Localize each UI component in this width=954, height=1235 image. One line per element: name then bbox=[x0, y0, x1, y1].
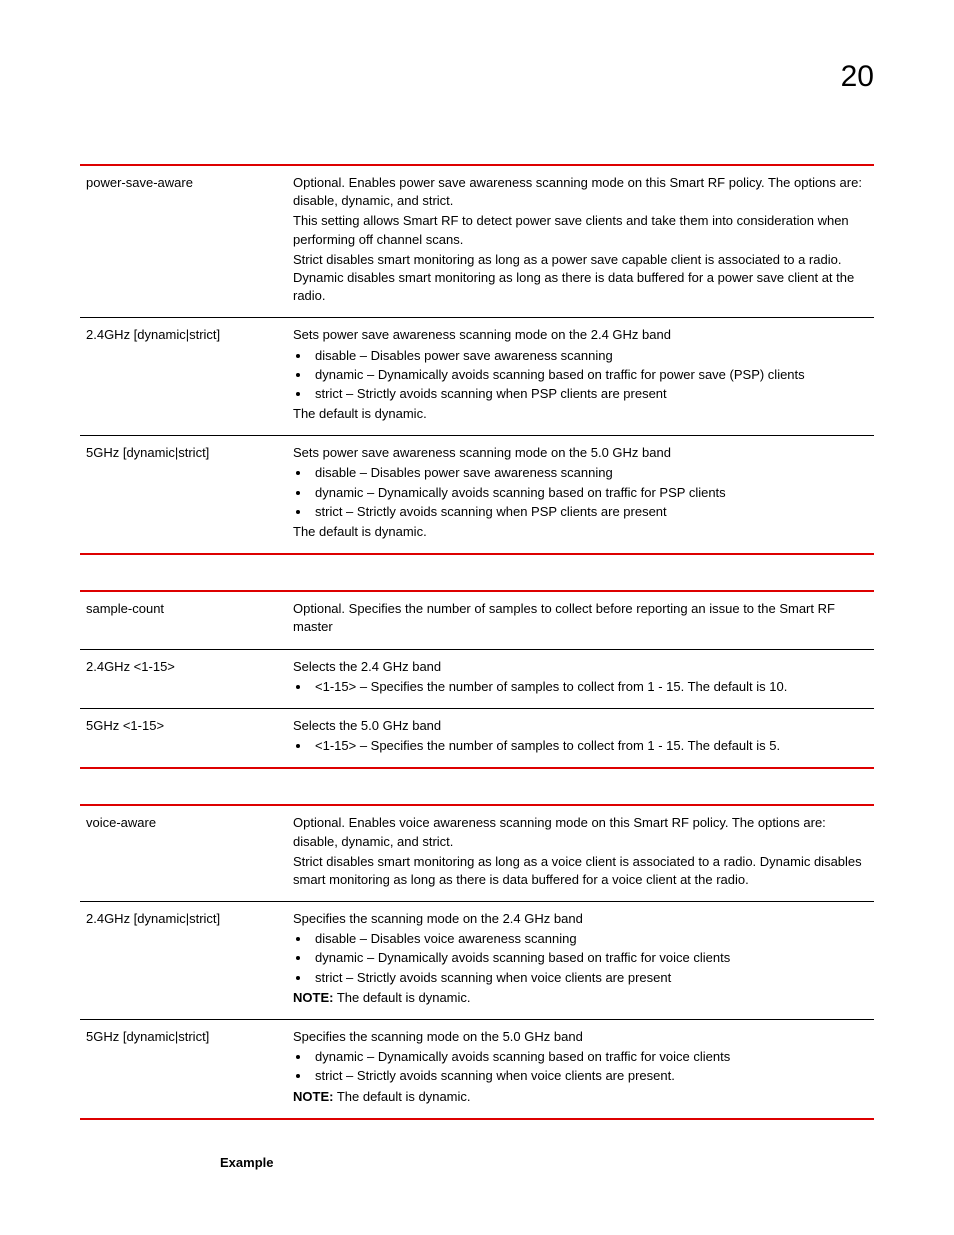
parameter-name: power-save-aware bbox=[80, 165, 287, 318]
table-row: 2.4GHz [dynamic|strict] Sets power save a… bbox=[80, 318, 874, 436]
note-label: NOTE: bbox=[293, 1089, 333, 1104]
parameter-name: 5GHz [dynamic|strict] bbox=[80, 436, 287, 554]
parameter-name: 5GHz <1-15> bbox=[80, 708, 287, 768]
list-item: dynamic – Dynamically avoids scanning ba… bbox=[311, 366, 868, 384]
parameter-name: 5GHz [dynamic|strict] bbox=[80, 1020, 287, 1119]
description-text: This setting allows Smart RF to detect p… bbox=[293, 212, 868, 248]
description-list: disable – Disables voice awareness scann… bbox=[311, 930, 868, 987]
parameter-name: sample-count bbox=[80, 591, 287, 649]
description-list: disable – Disables power save awareness … bbox=[311, 347, 868, 404]
description-list: disable – Disables power save awareness … bbox=[311, 464, 868, 521]
tables-container: power-save-awareOptional. Enables power … bbox=[80, 164, 874, 1120]
parameter-name: 2.4GHz [dynamic|strict] bbox=[80, 902, 287, 1020]
table-row: sample-countOptional. Specifies the numb… bbox=[80, 591, 874, 649]
table-row: 2.4GHz <1-15> Selects the 2.4 GHz band <1-… bbox=[80, 649, 874, 708]
description-text: Specifies the scanning mode on the 5.0 G… bbox=[293, 1028, 868, 1046]
parameter-description: Optional. Enables power save awareness s… bbox=[287, 165, 874, 318]
table-row: voice-awareOptional. Enables voice aware… bbox=[80, 805, 874, 901]
description-list: <1-15> – Specifies the number of samples… bbox=[311, 737, 868, 755]
parameter-description: Sets power save awareness scanning mode … bbox=[287, 436, 874, 554]
list-item: disable – Disables voice awareness scann… bbox=[311, 930, 868, 948]
parameter-description: Optional. Enables voice awareness scanni… bbox=[287, 805, 874, 901]
note-body: The default is dynamic. bbox=[333, 1089, 470, 1104]
description-text: Sets power save awareness scanning mode … bbox=[293, 326, 868, 344]
note-label: NOTE: bbox=[293, 990, 333, 1005]
description-text: Sets power save awareness scanning mode … bbox=[293, 444, 868, 462]
list-item: disable – Disables power save awareness … bbox=[311, 347, 868, 365]
description-text: Strict disables smart monitoring as long… bbox=[293, 853, 868, 889]
table-row: 5GHz <1-15> Selects the 5.0 GHz band <1-15… bbox=[80, 708, 874, 768]
description-text: Optional. Enables power save awareness s… bbox=[293, 174, 868, 210]
note-body: The default is dynamic. bbox=[333, 990, 470, 1005]
example-heading: Example bbox=[220, 1155, 874, 1170]
table-row: 5GHz [dynamic|strict] Specifies the scann… bbox=[80, 1020, 874, 1119]
parameter-description: Sets power save awareness scanning mode … bbox=[287, 318, 874, 436]
description-list: <1-15> – Specifies the number of samples… bbox=[311, 678, 868, 696]
description-list: dynamic – Dynamically avoids scanning ba… bbox=[311, 1048, 868, 1085]
list-item: dynamic – Dynamically avoids scanning ba… bbox=[311, 1048, 868, 1066]
parameter-description: Selects the 5.0 GHz band <1-15> – Specifi… bbox=[287, 708, 874, 768]
description-text: The default is dynamic. bbox=[293, 523, 868, 541]
parameter-table: voice-awareOptional. Enables voice aware… bbox=[80, 804, 874, 1119]
parameter-description: Optional. Specifies the number of sample… bbox=[287, 591, 874, 649]
list-item: dynamic – Dynamically avoids scanning ba… bbox=[311, 949, 868, 967]
list-item: <1-15> – Specifies the number of samples… bbox=[311, 678, 868, 696]
note-text: NOTE: The default is dynamic. bbox=[293, 989, 868, 1007]
parameter-name: 2.4GHz [dynamic|strict] bbox=[80, 318, 287, 436]
list-item: strict – Strictly avoids scanning when P… bbox=[311, 503, 868, 521]
parameter-description: Specifies the scanning mode on the 2.4 G… bbox=[287, 902, 874, 1020]
table-row: 5GHz [dynamic|strict] Sets power save awa… bbox=[80, 436, 874, 554]
parameter-table: sample-countOptional. Specifies the numb… bbox=[80, 590, 874, 769]
description-text: Selects the 5.0 GHz band bbox=[293, 717, 868, 735]
list-item: disable – Disables power save awareness … bbox=[311, 464, 868, 482]
list-item: strict – Strictly avoids scanning when v… bbox=[311, 1067, 868, 1085]
parameter-name: voice-aware bbox=[80, 805, 287, 901]
list-item: strict – Strictly avoids scanning when P… bbox=[311, 385, 868, 403]
parameter-name: 2.4GHz <1-15> bbox=[80, 649, 287, 708]
list-item: <1-15> – Specifies the number of samples… bbox=[311, 737, 868, 755]
list-item: dynamic – Dynamically avoids scanning ba… bbox=[311, 484, 868, 502]
document-page: 20 power-save-awareOptional. Enables pow… bbox=[0, 0, 954, 1230]
parameter-description: Specifies the scanning mode on the 5.0 G… bbox=[287, 1020, 874, 1119]
parameter-table: power-save-awareOptional. Enables power … bbox=[80, 164, 874, 555]
description-text: The default is dynamic. bbox=[293, 405, 868, 423]
note-text: NOTE: The default is dynamic. bbox=[293, 1088, 868, 1106]
table-row: 2.4GHz [dynamic|strict] Specifies the sca… bbox=[80, 902, 874, 1020]
table-row: power-save-awareOptional. Enables power … bbox=[80, 165, 874, 318]
description-text: Optional. Specifies the number of sample… bbox=[293, 600, 868, 636]
description-text: Selects the 2.4 GHz band bbox=[293, 658, 868, 676]
parameter-description: Selects the 2.4 GHz band <1-15> – Specifi… bbox=[287, 649, 874, 708]
list-item: strict – Strictly avoids scanning when v… bbox=[311, 969, 868, 987]
description-text: Strict disables smart monitoring as long… bbox=[293, 251, 868, 306]
description-text: Optional. Enables voice awareness scanni… bbox=[293, 814, 868, 850]
page-number: 20 bbox=[80, 60, 874, 94]
description-text: Specifies the scanning mode on the 2.4 G… bbox=[293, 910, 868, 928]
